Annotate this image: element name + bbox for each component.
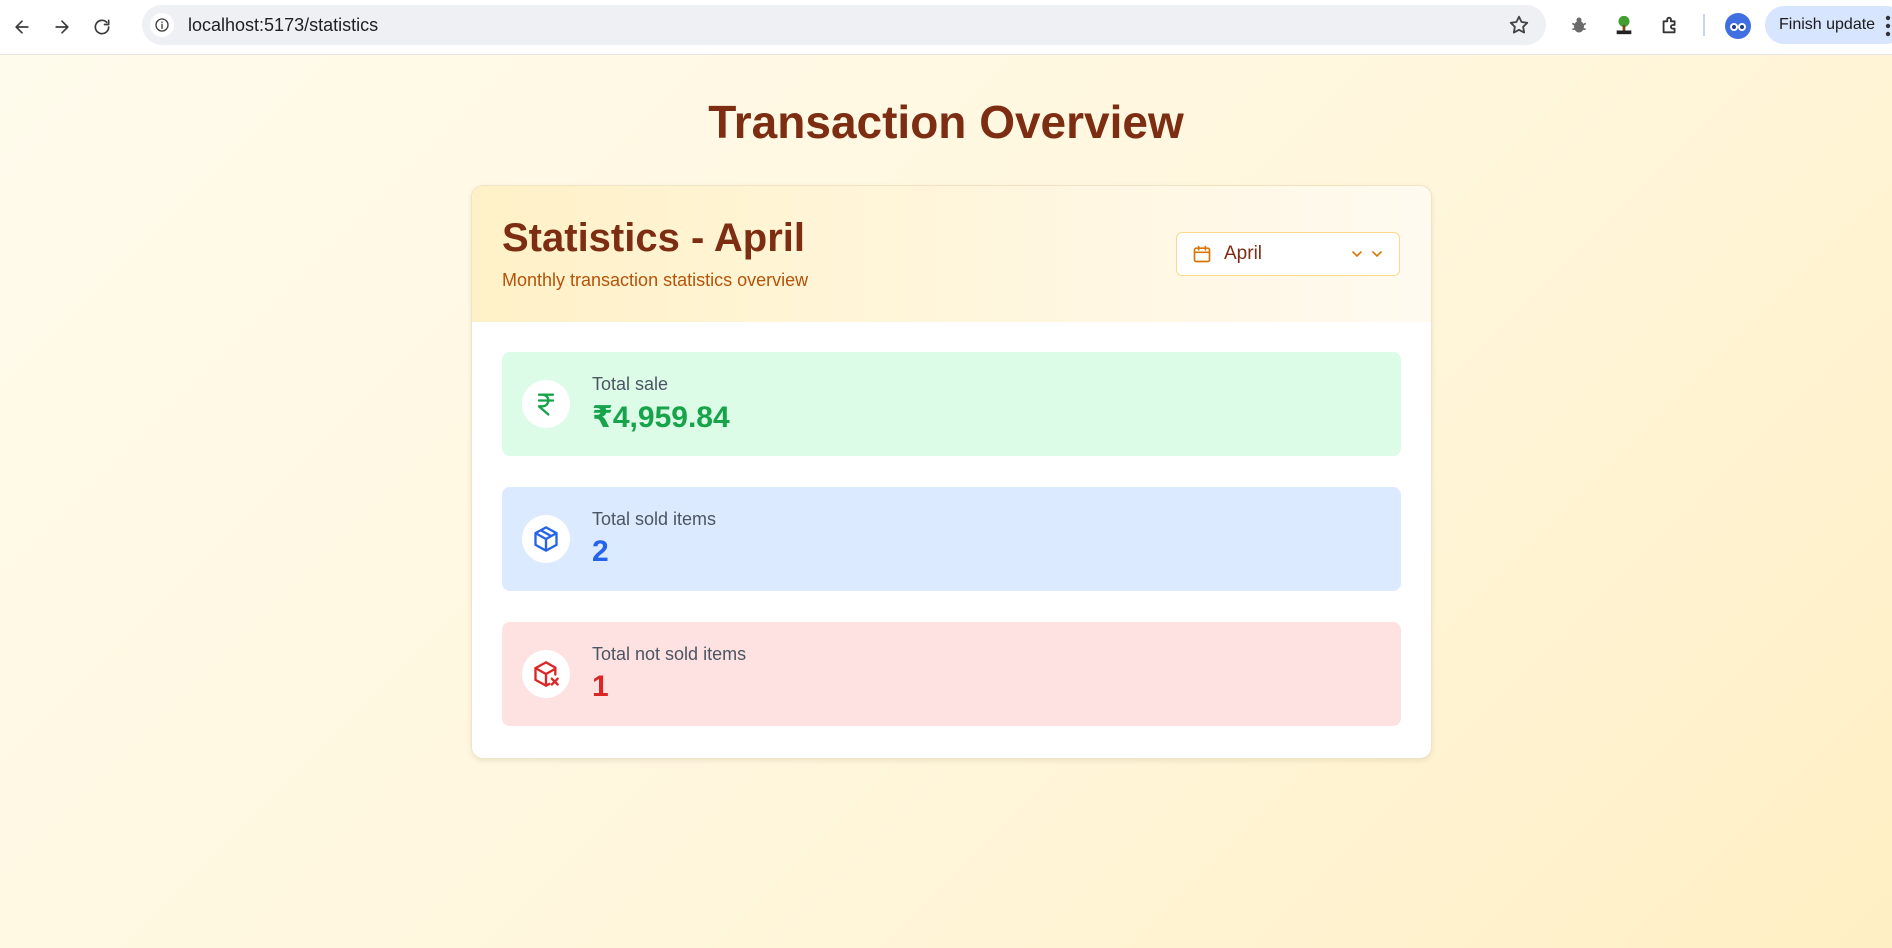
url-text: localhost:5173/statistics <box>188 14 379 35</box>
chevron-down-icon <box>1372 251 1382 257</box>
puzzle-extensions-icon[interactable] <box>1658 13 1682 37</box>
calendar-icon <box>1193 245 1211 263</box>
month-select-value: April <box>1224 243 1263 264</box>
stat-label: Total sale <box>592 374 669 394</box>
rupee-icon <box>522 380 570 428</box>
month-select[interactable]: April <box>1176 232 1400 276</box>
site-info-icon[interactable] <box>150 13 174 37</box>
reload-button[interactable] <box>84 9 120 45</box>
stat-value: ₹4,959.84 <box>592 401 730 434</box>
stat-label: Total sold items <box>592 509 717 529</box>
page-title: Transaction Overview <box>708 96 1184 148</box>
card-header: Statistics - April Monthly transaction s… <box>472 186 1431 322</box>
bug-extension-icon[interactable] <box>1567 13 1591 37</box>
reload-icon <box>94 19 110 35</box>
profile-avatar[interactable] <box>1725 13 1751 39</box>
arrow-left-icon <box>15 20 29 34</box>
arrow-right-icon <box>55 20 69 34</box>
tree-extension-icon[interactable] <box>1612 13 1636 37</box>
card-title: Statistics - April <box>502 216 806 260</box>
stat-total-sale: Total sale ₹4,959.84 <box>502 352 1401 456</box>
address-bar[interactable]: localhost:5173/statistics <box>142 5 1546 45</box>
stat-value: 2 <box>592 535 609 568</box>
chevron-down-icon <box>1352 251 1362 257</box>
toolbar-separator <box>1703 14 1705 36</box>
stat-label: Total not sold items <box>592 644 747 664</box>
finish-update-button[interactable]: Finish update <box>1765 6 1892 44</box>
stat-value: 1 <box>592 670 609 703</box>
statistics-page: Transaction Overview Statistics - April … <box>0 55 1892 948</box>
forward-button[interactable] <box>44 9 80 45</box>
card-subtitle: Monthly transaction statistics overview <box>502 270 809 290</box>
package-x-icon <box>522 650 570 698</box>
stat-total-not-sold-items: Total not sold items 1 <box>502 622 1401 726</box>
menu-dots-icon[interactable] <box>1884 14 1892 38</box>
bookmark-star-icon[interactable] <box>1508 14 1530 36</box>
stat-total-sold-items: Total sold items 2 <box>502 487 1401 591</box>
back-button[interactable] <box>4 9 40 45</box>
browser-toolbar: localhost:5173/statistics Finish update <box>0 0 1892 55</box>
package-icon <box>522 515 570 563</box>
statistics-card: Statistics - April Monthly transaction s… <box>471 185 1432 759</box>
finish-update-label: Finish update <box>1779 16 1876 33</box>
